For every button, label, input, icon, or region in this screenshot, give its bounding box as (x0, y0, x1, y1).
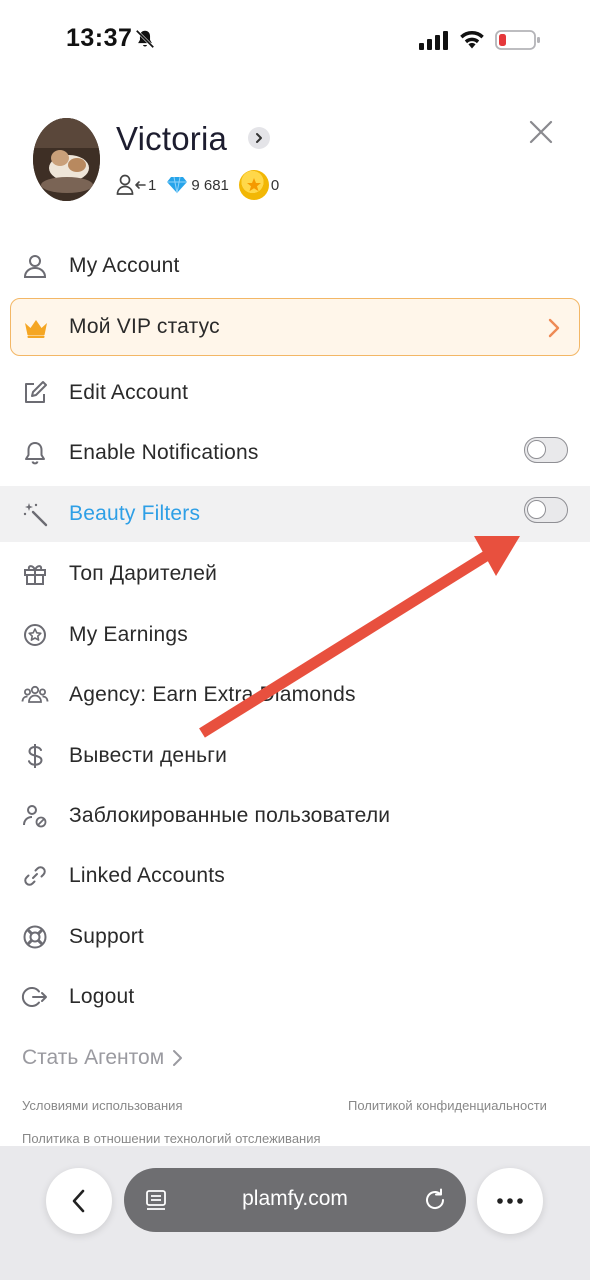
menu-item-withdraw[interactable]: Вывести деньги (0, 728, 590, 784)
status-time: 13:37 (66, 24, 133, 52)
menu-label: Beauty Filters (69, 502, 201, 525)
notifications-toggle[interactable] (524, 437, 568, 463)
menu-item-support[interactable]: Support (0, 909, 590, 965)
dollar-icon (28, 744, 43, 768)
cellular-signal-icon (419, 31, 448, 50)
status-bar: 13:37 (0, 0, 590, 80)
menu-item-logout[interactable]: Logout (0, 969, 590, 1025)
more-button[interactable] (477, 1168, 543, 1234)
menu-item-my-earnings[interactable]: My Earnings (0, 607, 590, 663)
menu-label: Топ Дарителей (69, 562, 218, 585)
url-text: plamfy.com (242, 1187, 348, 1210)
menu-label: Мой VIP статус (69, 315, 220, 338)
menu-item-vip-status[interactable]: Мой VIP статус (10, 298, 580, 356)
coins-stat[interactable]: 0 (238, 170, 280, 200)
lifebuoy-icon (23, 925, 47, 949)
menu-label: Вывести деньги (69, 744, 228, 767)
followers-count: 1 (148, 176, 157, 194)
menu-item-my-account[interactable]: My Account (0, 238, 590, 294)
menu-label: Enable Notifications (69, 441, 259, 464)
menu-label: Edit Account (69, 381, 189, 404)
back-button[interactable] (46, 1168, 112, 1234)
terms-link[interactable]: Условиями использования (22, 1098, 183, 1113)
menu-label: My Earnings (69, 623, 188, 646)
bell-icon (25, 442, 45, 465)
user-follow-icon (116, 174, 146, 195)
diamond-icon (167, 176, 188, 194)
followers-stat[interactable]: 1 (116, 174, 156, 196)
menu-item-blocked-users[interactable]: Заблокированные пользователи (0, 788, 590, 844)
privacy-link[interactable]: Политикой конфиденциальности (348, 1098, 547, 1113)
menu-item-beauty-filters[interactable]: Beauty Filters (0, 486, 590, 542)
menu-label: Agency: Earn Extra Diamonds (69, 683, 356, 706)
become-agent-label: Стать Агентом (22, 1046, 165, 1069)
profile-chevron-icon[interactable] (248, 127, 270, 149)
user-blocked-icon (23, 805, 47, 828)
more-icon (497, 1198, 523, 1204)
edit-icon (25, 381, 47, 403)
menu-item-edit-account[interactable]: Edit Account (0, 365, 590, 421)
menu-item-top-gifters[interactable]: Топ Дарителей (0, 546, 590, 602)
user-icon (23, 255, 47, 278)
logout-icon (21, 987, 47, 1007)
close-icon[interactable] (527, 118, 555, 146)
menu-item-enable-notifications[interactable]: Enable Notifications (0, 425, 590, 481)
star-circle-icon (24, 624, 46, 646)
group-icon (21, 685, 49, 703)
diamonds-stat[interactable]: 9 681 (166, 176, 229, 194)
menu-label: Logout (69, 985, 135, 1008)
crown-icon (25, 320, 47, 338)
chevron-right-icon (173, 1050, 183, 1066)
coin-icon (238, 170, 269, 200)
profile-stats: 1 9 681 0 (116, 170, 279, 200)
profile-name[interactable]: Victoria (116, 120, 227, 158)
chevron-right-icon (548, 318, 560, 338)
battery-low-icon (495, 30, 540, 50)
bell-off-icon (135, 29, 155, 49)
gift-icon (24, 565, 46, 585)
chevron-left-icon (72, 1189, 85, 1213)
link-icon (24, 866, 46, 886)
diamonds-count: 9 681 (191, 176, 229, 194)
wifi-icon (460, 30, 484, 49)
menu-item-agency[interactable]: Agency: Earn Extra Diamonds (0, 667, 590, 723)
coins-count: 0 (270, 176, 280, 194)
reload-icon[interactable] (422, 1187, 448, 1213)
menu-label: Support (69, 925, 144, 948)
menu-label: My Account (69, 254, 180, 277)
menu-item-linked-accounts[interactable]: Linked Accounts (0, 848, 590, 904)
become-agent-link[interactable]: Стать Агентом (22, 1046, 186, 1070)
tracking-policy-link[interactable]: Политика в отношении технологий отслежив… (22, 1131, 321, 1146)
menu-label: Linked Accounts (69, 864, 225, 887)
magic-wand-icon (23, 503, 48, 527)
avatar[interactable] (33, 118, 100, 201)
menu-label: Заблокированные пользователи (69, 804, 391, 827)
address-bar[interactable]: plamfy.com (124, 1168, 466, 1232)
beauty-filters-toggle[interactable] (524, 497, 568, 523)
